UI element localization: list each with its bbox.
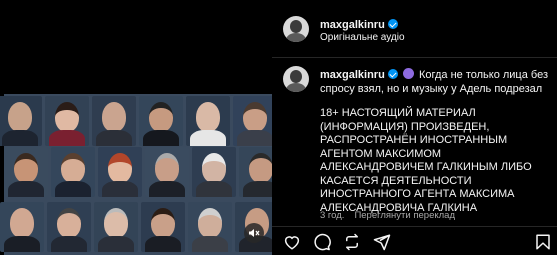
see-translation-link[interactable]: Переглянути переклад — [354, 210, 455, 221]
bookmark-icon[interactable] — [534, 233, 552, 251]
post-media[interactable] — [0, 0, 272, 255]
repost-icon[interactable] — [343, 233, 361, 251]
face-tile — [141, 202, 185, 252]
face-collage-video[interactable] — [0, 94, 272, 255]
face-tile — [139, 96, 183, 146]
face-tile — [47, 202, 91, 252]
comment-icon[interactable] — [313, 233, 331, 251]
face-tile — [98, 147, 142, 197]
collage-row-2 — [4, 147, 272, 197]
caption-author-avatar[interactable] — [283, 66, 309, 92]
author-avatar[interactable] — [283, 16, 309, 42]
post-actions-bar — [272, 226, 557, 255]
speaker-muted-icon — [248, 227, 260, 239]
face-tile — [94, 202, 138, 252]
face-tile — [0, 96, 42, 146]
face-tile — [45, 96, 89, 146]
post-side-panel: maxgalkinru Оригінальне аудіо maxgalkinr… — [272, 0, 557, 255]
caption-intro-line: maxgalkinru Когда не только лица без спр… — [320, 68, 550, 96]
face-tile — [192, 147, 236, 197]
caption-body-text: 18+ НАСТОЯЩИЙ МАТЕРИАЛ (ИНФОРМАЦИЯ) ПРОИ… — [320, 107, 535, 214]
post-timestamp[interactable]: 3 год. — [320, 210, 344, 221]
collage-row-1 — [0, 96, 272, 146]
author-name-row: maxgalkinru — [320, 15, 398, 33]
verified-badge-icon — [387, 69, 398, 79]
audio-label[interactable]: Оригінальне аудіо — [320, 32, 405, 43]
author-username[interactable]: maxgalkinru — [320, 19, 385, 31]
face-tile — [233, 96, 272, 146]
face-tile — [0, 202, 44, 252]
face-tile — [145, 147, 189, 197]
face-tile — [186, 96, 230, 146]
caption-meta: 3 год. Переглянути переклад — [320, 210, 455, 221]
face-tile — [188, 202, 232, 252]
share-icon[interactable] — [373, 233, 391, 251]
face-tile — [239, 147, 272, 197]
face-tile — [92, 96, 136, 146]
post-header: maxgalkinru Оригінальне аудіо — [272, 0, 557, 58]
mute-toggle-button[interactable] — [244, 223, 264, 243]
collage-row-3 — [0, 202, 272, 252]
post-caption: maxgalkinru Когда не только лица без спр… — [320, 68, 550, 215]
emoji-icon — [402, 68, 414, 79]
face-tile — [4, 147, 48, 197]
caption-author-username[interactable]: maxgalkinru — [320, 69, 385, 81]
verified-badge-icon — [387, 19, 398, 29]
face-tile — [51, 147, 95, 197]
heart-icon[interactable] — [283, 233, 301, 251]
